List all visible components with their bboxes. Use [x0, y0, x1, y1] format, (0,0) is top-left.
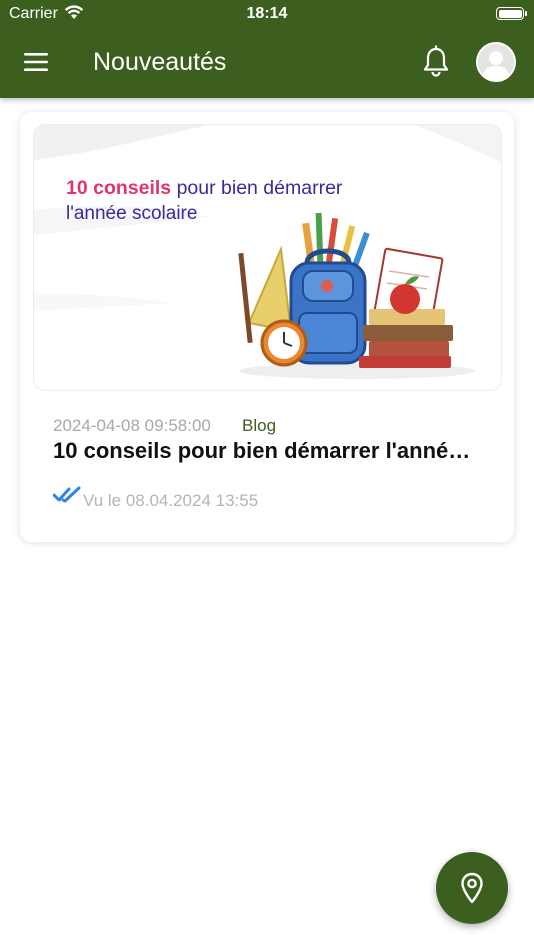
news-card[interactable]: 10 conseils pour bien démarrer l'année s…	[20, 112, 514, 542]
app-header: Carrier 18:14 Nouveautés	[0, 0, 534, 98]
post-thumbnail: 10 conseils pour bien démarrer l'année s…	[33, 124, 502, 391]
school-supplies-illustration	[238, 213, 475, 379]
location-pin-icon	[461, 872, 483, 904]
double-check-icon	[53, 486, 81, 503]
status-bar: Carrier 18:14	[0, 0, 534, 28]
post-title[interactable]: 10 conseils pour bien démarrer l'année s…	[53, 438, 478, 464]
seen-status: Vu le 08.04.2024 13:55	[83, 491, 259, 510]
thumbnail-headline-rest: pour bien démarrer	[171, 177, 343, 199]
page-title: Nouveautés	[93, 48, 227, 76]
location-button[interactable]	[436, 852, 508, 924]
thumbnail-headline-line2: l'année scolaire	[66, 203, 198, 224]
avatar-icon	[478, 44, 514, 80]
bell-icon	[423, 45, 449, 77]
profile-avatar[interactable]	[476, 42, 516, 82]
post-date: 2024-04-08 09:58:00	[53, 416, 211, 435]
notifications-button[interactable]	[420, 45, 452, 79]
clock: 18:14	[246, 5, 288, 22]
battery-icon	[496, 7, 527, 20]
post-category[interactable]: Blog	[242, 416, 276, 436]
menu-icon	[24, 53, 48, 71]
menu-button[interactable]	[22, 50, 50, 74]
thumbnail-highlight: 10 conseils	[66, 177, 172, 199]
thumbnail-headline-line1: 10 conseils pour bien démarrer	[66, 177, 342, 200]
